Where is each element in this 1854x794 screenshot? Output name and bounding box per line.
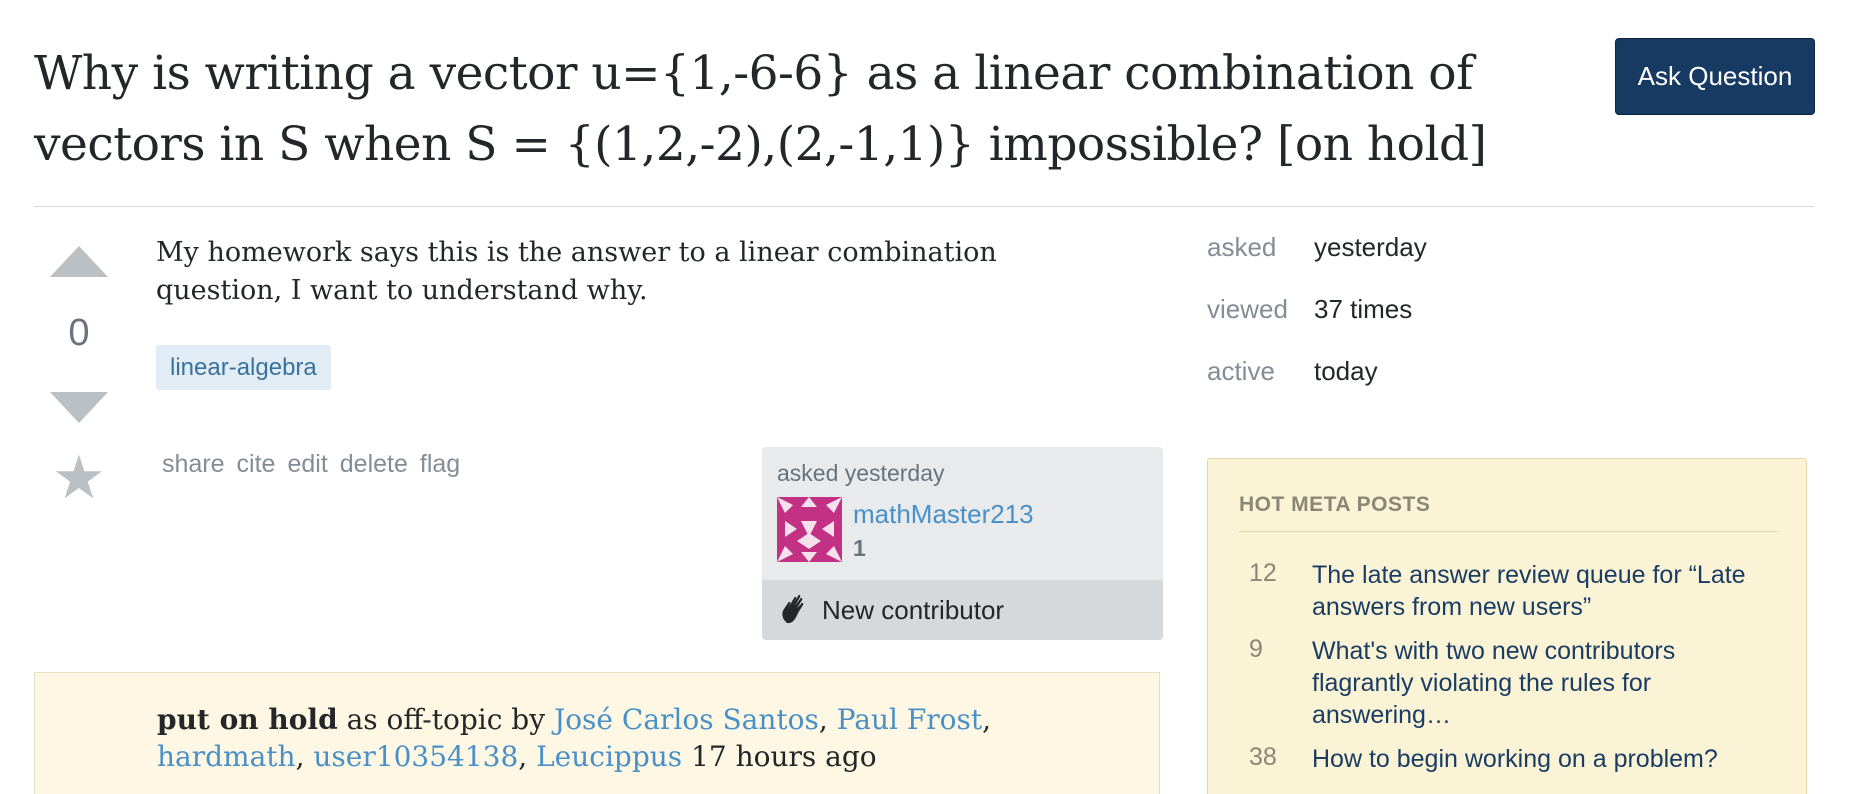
owner-reputation: 1 xyxy=(853,535,866,561)
edit-link[interactable]: edit xyxy=(287,450,327,479)
cite-link[interactable]: cite xyxy=(237,450,276,479)
closer-user-link[interactable]: hardmath xyxy=(157,740,296,773)
closer-user-link[interactable]: Paul Frost xyxy=(837,703,982,736)
meta-post-count: 9 xyxy=(1249,635,1263,663)
meta-post-link[interactable]: The late answer review queue for “Late a… xyxy=(1312,559,1779,623)
meta-post-item: 12 The late answer review queue for “Lat… xyxy=(1239,559,1779,623)
meta-post-link[interactable]: What's with two new contributors flagran… xyxy=(1312,635,1779,731)
hold-status: put on hold xyxy=(157,703,338,736)
owner-username[interactable]: mathMaster213 xyxy=(853,499,1034,530)
stat-label: asked xyxy=(1207,232,1277,262)
stat-value: 37 times xyxy=(1314,294,1413,324)
meta-post-item: 38 How to begin working on a problem? xyxy=(1239,743,1779,775)
stat-value: yesterday xyxy=(1314,232,1427,262)
vote-count: 0 xyxy=(68,312,90,354)
meta-post-count: 12 xyxy=(1249,559,1277,587)
owner-card: asked yesterday mathMaster213 1 New cont… xyxy=(762,447,1163,640)
closer-user-link[interactable]: José Carlos Santos xyxy=(554,703,819,736)
hold-reason: as off-topic by xyxy=(346,703,546,736)
closer-user-link[interactable]: Leucippus xyxy=(536,740,682,773)
stat-viewed: viewed 37 times xyxy=(1207,294,1427,356)
stat-asked: asked yesterday xyxy=(1207,232,1427,294)
asked-time: asked yesterday xyxy=(777,460,945,486)
stat-label: viewed xyxy=(1207,294,1288,324)
downvote-arrow-icon[interactable] xyxy=(50,392,108,423)
avatar[interactable] xyxy=(777,497,842,562)
upvote-arrow-icon[interactable] xyxy=(50,246,108,277)
question-title[interactable]: Why is writing a vector u={1,-6-6} as a … xyxy=(34,38,1594,180)
delete-link[interactable]: delete xyxy=(340,450,408,479)
stat-value[interactable]: today xyxy=(1314,356,1378,418)
meta-post-item: 9 What's with two new contributors flagr… xyxy=(1239,635,1779,731)
new-contributor-label: New contributor xyxy=(822,594,1005,625)
share-link[interactable]: share xyxy=(162,450,225,479)
favorite-star-icon[interactable]: ★ xyxy=(52,448,106,508)
flag-link[interactable]: flag xyxy=(420,450,460,479)
meta-header: HOT META POSTS xyxy=(1239,493,1779,532)
on-hold-notice: put on hold as off-topic by José Carlos … xyxy=(34,672,1160,794)
stat-active: active today xyxy=(1207,356,1427,418)
post-menu: share cite edit delete flag xyxy=(162,450,460,479)
hold-notice-text: put on hold as off-topic by José Carlos … xyxy=(157,703,992,773)
stat-label: active xyxy=(1207,356,1275,386)
meta-post-count: 38 xyxy=(1249,743,1277,771)
waving-hand-icon xyxy=(782,594,804,624)
question-stats: asked yesterday viewed 37 times active t… xyxy=(1207,232,1427,418)
ask-question-button[interactable]: Ask Question xyxy=(1615,38,1815,115)
tag-linear-algebra[interactable]: linear-algebra xyxy=(156,345,331,390)
new-contributor-banner[interactable]: New contributor xyxy=(762,580,1163,640)
question-header: Why is writing a vector u={1,-6-6} as a … xyxy=(34,38,1815,180)
closer-user-link[interactable]: user10354138 xyxy=(313,740,518,773)
hot-meta-posts-widget: HOT META POSTS 12 The late answer review… xyxy=(1207,458,1807,794)
meta-post-link[interactable]: How to begin working on a problem? xyxy=(1312,743,1779,775)
header-divider xyxy=(34,206,1814,207)
hold-time: 17 hours ago xyxy=(691,740,877,773)
question-body: My homework says this is the answer to a… xyxy=(156,237,997,306)
